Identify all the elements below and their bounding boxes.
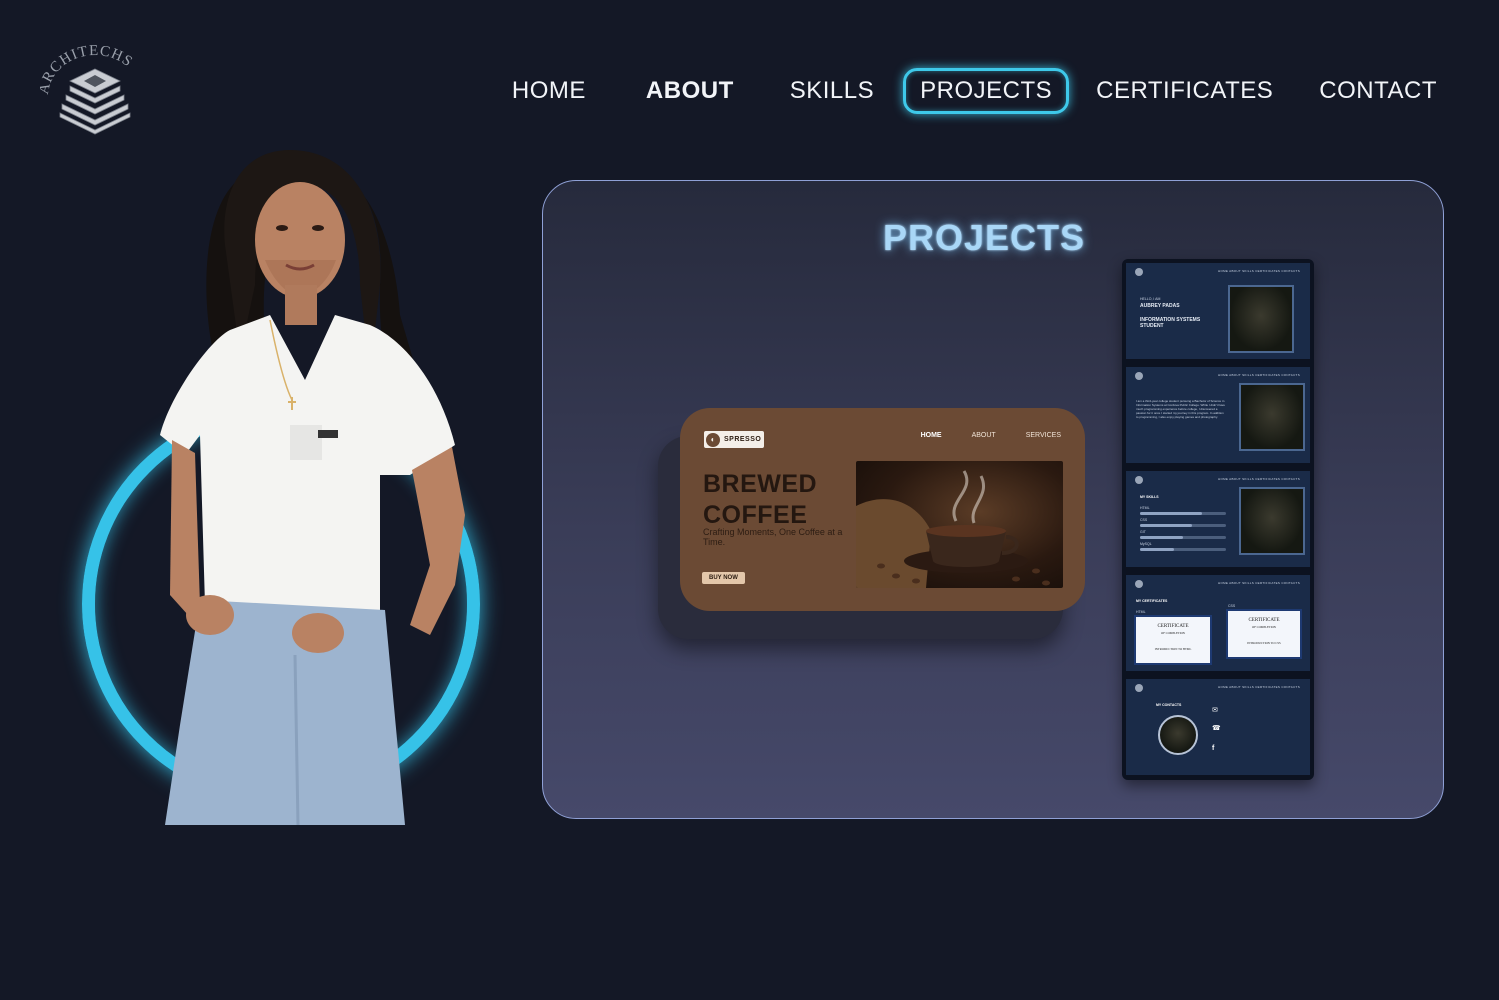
coffee-nav-services[interactable]: SERVICES <box>1026 432 1061 439</box>
coffee-headline-1: BREWED <box>703 470 818 498</box>
certificate-css: CERTIFICATE OF COMPLETION INTRODUCTION T… <box>1226 609 1302 659</box>
person-photo <box>160 150 465 825</box>
coffee-bean-icon: ◐ <box>706 432 720 447</box>
nav-about[interactable]: ABOUT <box>629 68 751 114</box>
portfolio-nav: HOME ABOUT SKILLS CERTIFICATES CONTACTS <box>1218 477 1300 481</box>
cert-course: INTRODUCTION TO HTML <box>1154 647 1192 651</box>
phone-icon: ☎ <box>1212 725 1221 732</box>
portfolio-contacts-title: MY CONTACTS <box>1156 703 1182 707</box>
portfolio-logo-icon <box>1135 684 1143 692</box>
portfolio-photo <box>1239 487 1305 555</box>
portfolio-photo <box>1239 383 1305 451</box>
portfolio-certs-title: MY CERTIFICATES <box>1136 599 1168 603</box>
envelope-icon: ✉ <box>1212 707 1218 714</box>
skill-bar <box>1140 548 1226 551</box>
spresso-logo: ◐ SPRESSO <box>704 431 764 448</box>
portfolio-logo-icon <box>1135 580 1143 588</box>
skill-label: CSS <box>1140 518 1148 522</box>
spresso-brand: SPRESSO <box>724 436 762 443</box>
nav-certificates[interactable]: CERTIFICATES <box>1079 68 1290 114</box>
portfolio-skills-title: MY SKILLS <box>1140 495 1159 499</box>
cert-sub: OF COMPLETION <box>1161 631 1185 635</box>
layered-pyramid-icon: ARCHITECHS <box>36 43 135 135</box>
coffee-nav-about[interactable]: ABOUT <box>972 432 996 439</box>
skill-bar <box>1140 512 1226 515</box>
facebook-icon: f <box>1212 745 1215 752</box>
portfolio-role: INFORMATION SYSTEMS STUDENT <box>1140 317 1201 329</box>
portfolio-photo <box>1228 285 1294 353</box>
buy-now-button[interactable]: BUY NOW <box>702 572 745 584</box>
portfolio-home-screen: HOME ABOUT SKILLS CERTIFICATES CONTACTS … <box>1126 263 1310 359</box>
skill-bar <box>1140 524 1226 527</box>
portfolio-nav: HOME ABOUT SKILLS CERTIFICATES CONTACTS <box>1218 373 1300 377</box>
portfolio-project-preview[interactable]: HOME ABOUT SKILLS CERTIFICATES CONTACTS … <box>1122 259 1314 780</box>
portfolio-logo-icon <box>1135 268 1143 276</box>
portfolio-about-screen: HOME ABOUT SKILLS CERTIFICATES CONTACTS … <box>1126 367 1310 463</box>
portfolio-certificates-screen: HOME ABOUT SKILLS CERTIFICATES CONTACTS … <box>1126 575 1310 671</box>
portfolio-nav: HOME ABOUT SKILLS CERTIFICATES CONTACTS <box>1218 581 1300 585</box>
projects-panel: PROJECTS ◐ SPRESSO HOME ABOUT SERVICES B… <box>542 180 1444 819</box>
certificate-html: CERTIFICATE OF COMPLETION INTRODUCTION T… <box>1134 615 1212 665</box>
cert-label: HTML <box>1136 610 1146 614</box>
portfolio-contacts-screen: HOME ABOUT SKILLS CERTIFICATES CONTACTS … <box>1126 679 1310 775</box>
skill-label: HTML <box>1140 506 1150 510</box>
portfolio-logo-icon <box>1135 372 1143 380</box>
portfolio-hello: HELLO, I AM <box>1140 297 1161 301</box>
nav-skills[interactable]: SKILLS <box>773 68 891 114</box>
coffee-nav-home[interactable]: HOME <box>921 432 942 439</box>
nav-projects[interactable]: PROJECTS <box>903 68 1070 114</box>
coffee-headline: BREWED COFFEE <box>703 469 817 531</box>
profile-portrait <box>60 135 520 825</box>
projects-title: PROJECTS <box>882 217 1086 258</box>
nav-contact[interactable]: CONTACT <box>1302 68 1454 114</box>
portfolio-logo-icon <box>1135 476 1143 484</box>
cert-title: CERTIFICATE <box>1248 618 1280 623</box>
coffee-cup-image <box>856 461 1063 588</box>
coffee-tagline: Crafting Moments, One Coffee at a Time. <box>703 527 843 547</box>
portfolio-nav: HOME ABOUT SKILLS CERTIFICATES CONTACTS <box>1218 269 1300 273</box>
coffee-cup-icon <box>856 470 1050 588</box>
coffee-nav: HOME ABOUT SERVICES <box>891 432 1061 439</box>
skill-label: MySQL <box>1140 542 1152 546</box>
skill-label: GIT <box>1140 530 1146 534</box>
nav-home[interactable]: HOME <box>495 68 603 114</box>
portfolio-about-text: I am a third-year college student pursui… <box>1136 399 1225 419</box>
contact-avatar <box>1158 715 1198 755</box>
portfolio-name: AUBREY PADAS <box>1140 303 1180 309</box>
portfolio-skills-screen: HOME ABOUT SKILLS CERTIFICATES CONTACTS … <box>1126 471 1310 567</box>
site-logo[interactable]: ARCHITECHS <box>36 43 150 135</box>
cert-course: INTRODUCTION TO CSS <box>1247 641 1281 645</box>
cert-label: CSS <box>1228 604 1236 608</box>
portfolio-nav: HOME ABOUT SKILLS CERTIFICATES CONTACTS <box>1218 685 1300 689</box>
cert-sub: OF COMPLETION <box>1252 625 1276 629</box>
main-nav: HOME ABOUT SKILLS PROJECTS CERTIFICATES … <box>481 68 1454 114</box>
coffee-project-card[interactable]: ◐ SPRESSO HOME ABOUT SERVICES BREWED COF… <box>680 408 1085 611</box>
skill-bar <box>1140 536 1226 539</box>
cert-title: CERTIFICATE <box>1157 624 1189 629</box>
